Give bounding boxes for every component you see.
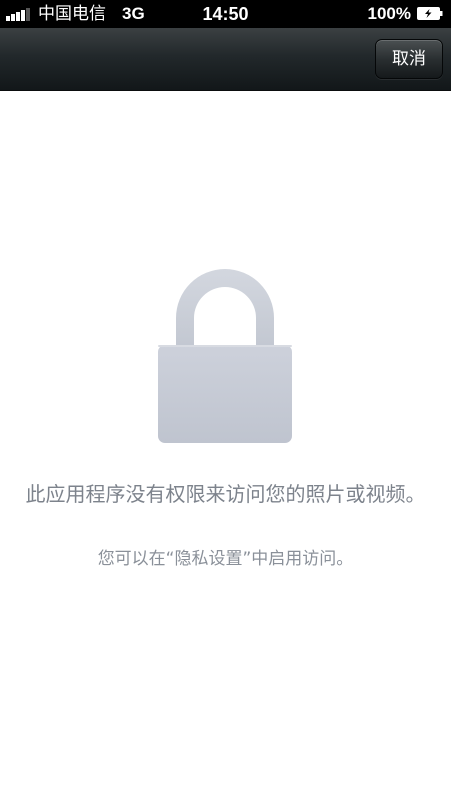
- battery-icon: [417, 7, 443, 20]
- status-bar: 中国电信 3G 14:50 100%: [0, 0, 451, 28]
- navigation-bar: 取消: [0, 28, 451, 91]
- cancel-button[interactable]: 取消: [375, 39, 443, 79]
- battery-percent: 100%: [367, 4, 411, 23]
- photo-access-denied-screen: 中国电信 3G 14:50 100% 取消 此应用程序没有权限来访问您的照片或视…: [0, 0, 451, 800]
- privacy-settings-hint: 您可以在“隐私设置”中启用访问。: [97, 549, 354, 569]
- permission-denied-message: 此应用程序没有权限来访问您的照片或视频。: [25, 482, 426, 506]
- lock-icon: [158, 269, 292, 443]
